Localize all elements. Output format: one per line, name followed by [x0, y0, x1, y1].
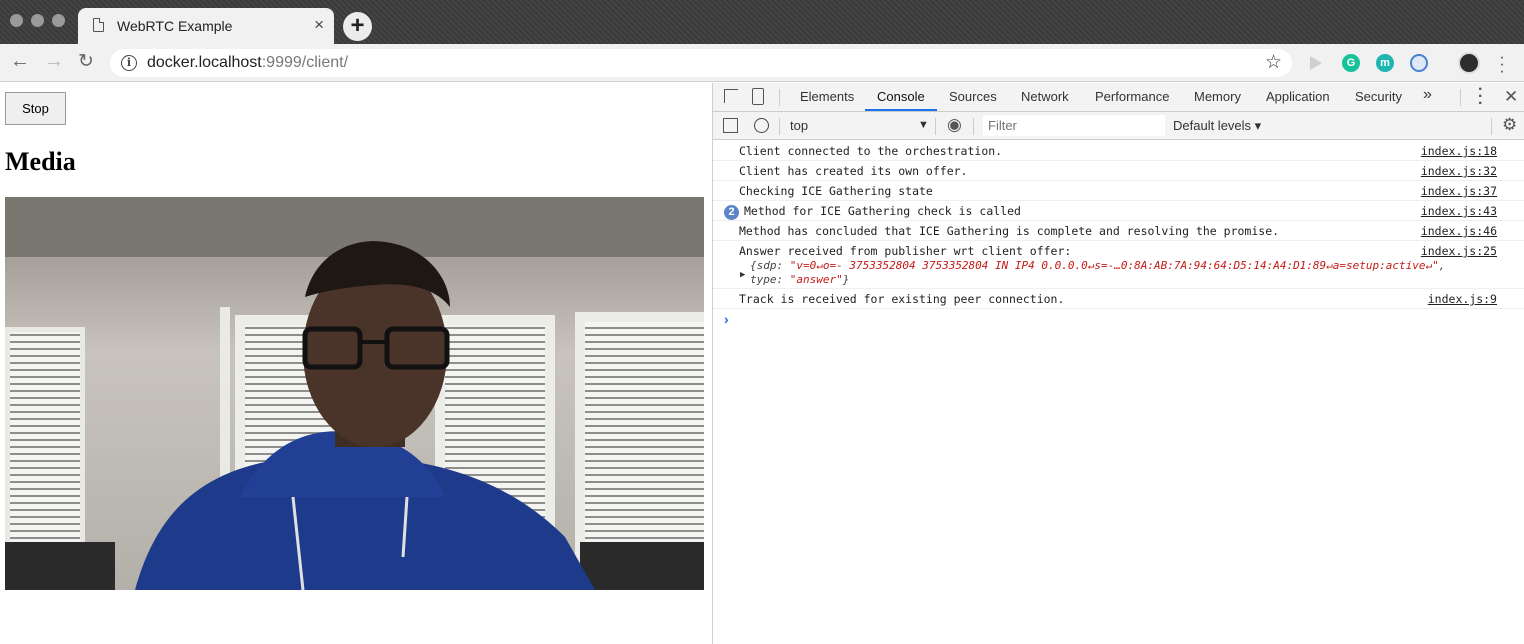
tab-network[interactable]: Network — [1021, 89, 1069, 104]
stop-button[interactable]: Stop — [5, 92, 66, 125]
filter-input[interactable] — [983, 115, 1165, 136]
site-info-icon[interactable]: i — [121, 55, 137, 71]
log-entry: 2 Method for ICE Gathering check is call… — [713, 201, 1524, 221]
extension-m-icon[interactable]: m — [1376, 54, 1394, 72]
source-link[interactable]: index.js:43 — [1421, 204, 1497, 218]
close-window-button[interactable] — [10, 14, 23, 27]
separator — [779, 118, 780, 135]
browser-menu-icon[interactable]: · · · — [1496, 48, 1508, 79]
grammarly-extension-icon[interactable]: G — [1342, 54, 1360, 72]
console-output: Client connected to the orchestration. i… — [713, 141, 1524, 309]
minimize-window-button[interactable] — [31, 14, 44, 27]
extension-sync-icon[interactable] — [1410, 54, 1428, 72]
context-select[interactable]: top — [790, 118, 808, 133]
source-link[interactable]: index.js:46 — [1421, 224, 1497, 238]
log-entry: Checking ICE Gathering state index.js:37 — [713, 181, 1524, 201]
bookmark-star-icon[interactable]: ☆ — [1265, 51, 1282, 74]
source-link[interactable]: index.js:18 — [1421, 144, 1497, 158]
log-levels-dropdown[interactable]: Default levels ▾ — [1173, 118, 1261, 134]
separator — [779, 89, 780, 106]
console-toolbar: top ▼ ◉ Default levels ▾ ⚙ — [713, 112, 1524, 140]
video-stream[interactable] — [5, 197, 704, 590]
log-entry: Client connected to the orchestration. i… — [713, 141, 1524, 161]
separator — [935, 118, 936, 135]
device-toolbar-icon[interactable] — [752, 88, 764, 105]
url-text: docker.localhost:9999/client/ — [147, 54, 349, 71]
eye-icon[interactable]: ◉ — [947, 115, 962, 135]
log-entry: Method has concluded that ICE Gathering … — [713, 221, 1524, 241]
page-content: Stop Media — [0, 83, 712, 644]
browser-tab[interactable]: WebRTC Example × — [78, 8, 334, 44]
tab-strip: WebRTC Example × + — [0, 0, 1524, 44]
devtools-menu-icon[interactable]: · · · — [1478, 82, 1483, 112]
browser-toolbar: ← → ↻ i docker.localhost:9999/client/ ☆ … — [0, 44, 1524, 82]
chevron-down-icon[interactable]: ▼ — [918, 119, 929, 131]
inspect-element-icon[interactable] — [724, 89, 738, 103]
tab-performance[interactable]: Performance — [1095, 89, 1169, 104]
separator — [973, 118, 974, 135]
tab-sources[interactable]: Sources — [949, 89, 997, 104]
tab-console[interactable]: Console — [877, 89, 925, 104]
active-tab-indicator — [865, 109, 937, 111]
source-link[interactable]: index.js:25 — [1421, 244, 1497, 258]
profile-avatar[interactable] — [1458, 52, 1480, 74]
separator — [1491, 118, 1492, 135]
source-link[interactable]: index.js:32 — [1421, 164, 1497, 178]
clear-console-icon[interactable] — [754, 118, 769, 133]
expand-triangle-icon[interactable]: ▶ — [740, 270, 745, 280]
object-preview[interactable]: {sdp: "v=0↵o=- 3753352804 3753352804 IN … — [750, 259, 1445, 272]
new-tab-button[interactable]: + — [343, 12, 372, 41]
video-frame — [5, 197, 704, 590]
more-tabs-icon[interactable]: » — [1423, 86, 1432, 104]
devtools-tab-bar: Elements Console Sources Network Perform… — [713, 82, 1524, 112]
tab-elements[interactable]: Elements — [800, 89, 854, 104]
source-link[interactable]: index.js:37 — [1421, 184, 1497, 198]
gear-icon[interactable]: ⚙ — [1502, 115, 1517, 135]
tab-security[interactable]: Security — [1355, 89, 1402, 104]
close-devtools-icon[interactable]: ✕ — [1504, 87, 1518, 107]
document-icon — [93, 18, 104, 32]
tab-memory[interactable]: Memory — [1194, 89, 1241, 104]
separator — [1460, 89, 1461, 106]
repeat-count-badge: 2 — [724, 205, 739, 220]
tab-close-icon[interactable]: × — [314, 16, 324, 33]
object-preview-type: type: "answer"} — [750, 273, 850, 286]
log-entry: Track is received for existing peer conn… — [713, 289, 1524, 309]
forward-arrow-icon[interactable]: → — [44, 50, 64, 73]
extension-arrow-icon[interactable] — [1310, 56, 1322, 70]
back-arrow-icon[interactable]: ← — [10, 50, 30, 73]
address-bar[interactable]: i docker.localhost:9999/client/ ☆ — [110, 49, 1292, 77]
log-entry: Answer received from publisher wrt clien… — [713, 241, 1524, 289]
sidebar-toggle-icon[interactable] — [723, 118, 738, 133]
zoom-window-button[interactable] — [52, 14, 65, 27]
source-link[interactable]: index.js:9 — [1428, 292, 1497, 306]
tab-title: WebRTC Example — [117, 18, 233, 34]
devtools-panel: Elements Console Sources Network Perform… — [712, 82, 1524, 644]
tab-application[interactable]: Application — [1266, 89, 1330, 104]
media-heading: Media — [5, 147, 76, 176]
reload-icon[interactable]: ↻ — [78, 50, 94, 73]
console-prompt-icon[interactable]: › — [724, 311, 729, 327]
log-entry: Client has created its own offer. index.… — [713, 161, 1524, 181]
